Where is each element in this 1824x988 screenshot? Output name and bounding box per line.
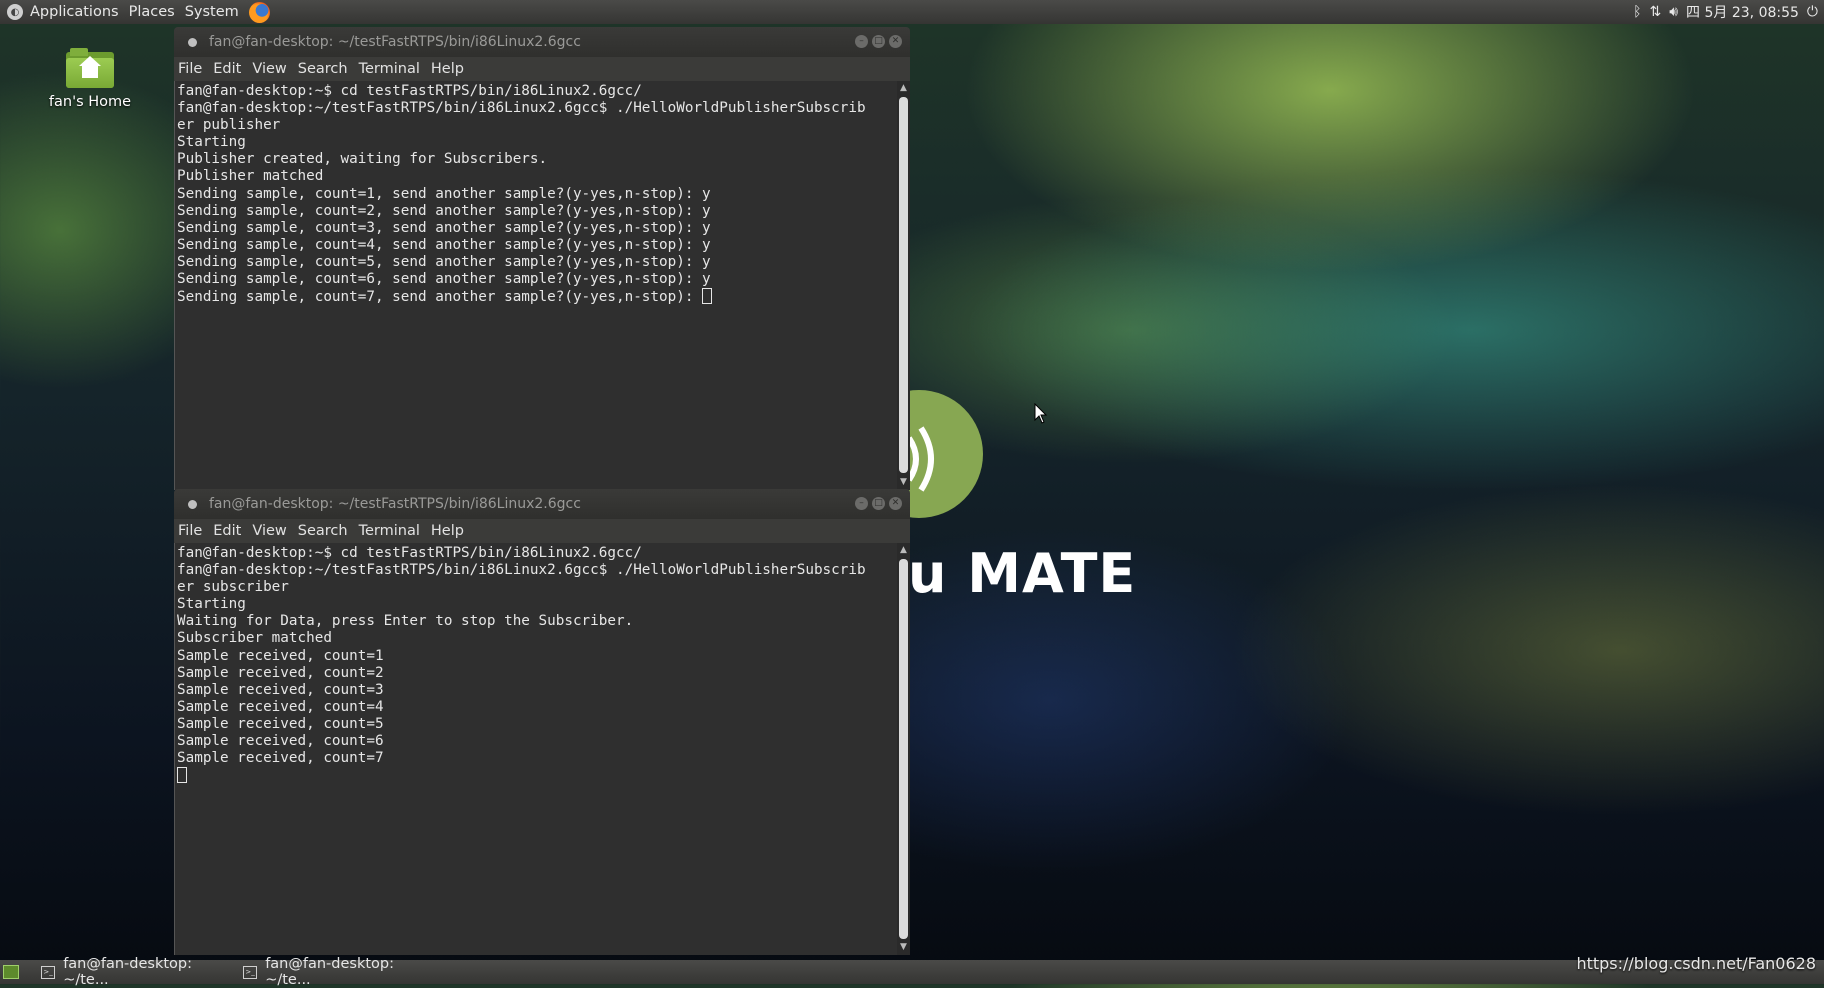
top-panel: ◐ Applications Places System ᛒ ⇅ 🔊︎ 四 5月… <box>0 0 1824 24</box>
terminal-line: Sending sample, count=5, send another sa… <box>177 253 711 270</box>
terminal-icon: >_ <box>41 965 56 979</box>
mate-menu-icon[interactable]: ◐ <box>7 4 23 20</box>
terminal-line: er subscriber <box>177 579 289 596</box>
terminal-line: er publisher <box>177 117 281 134</box>
minimize-icon[interactable]: – <box>855 497 868 510</box>
terminal-line: Sample received, count=7 <box>177 750 384 767</box>
home-folder-label: fan's Home <box>48 94 132 110</box>
terminal-line: Sending sample, count=1, send another sa… <box>177 185 711 202</box>
window-titlebar[interactable]: fan@fan-desktop: ~/testFastRTPS/bin/i86L… <box>174 489 910 519</box>
terminal-line: Sending sample, count=7, send another sa… <box>177 289 703 306</box>
close-icon[interactable]: ✕ <box>889 497 902 510</box>
menu-help[interactable]: Help <box>431 61 464 77</box>
mouse-pointer-icon <box>1034 403 1048 424</box>
terminal-window-subscriber[interactable]: fan@fan-desktop: ~/testFastRTPS/bin/i86L… <box>174 489 910 955</box>
terminal-line: fan@fan-desktop:~$ cd testFastRTPS/bin/i… <box>177 545 642 561</box>
scroll-down-icon[interactable]: ▼ <box>898 942 909 953</box>
terminal-cursor <box>702 288 713 305</box>
terminal-line: Sample received, count=4 <box>177 698 384 715</box>
terminal-menubar: File Edit View Search Terminal Help <box>174 519 910 543</box>
scrollbar-thumb[interactable] <box>899 97 908 473</box>
terminal-cursor <box>177 767 187 784</box>
terminal-line: Publisher created, waiting for Subscribe… <box>177 151 548 168</box>
menu-search[interactable]: Search <box>298 61 348 77</box>
terminal-line: Sending sample, count=6, send another sa… <box>177 271 711 288</box>
menu-search[interactable]: Search <box>298 523 348 539</box>
close-icon[interactable]: ✕ <box>889 35 902 48</box>
menu-edit[interactable]: Edit <box>213 61 241 77</box>
terminal-line: Sending sample, count=4, send another sa… <box>177 236 711 253</box>
system-menu[interactable]: System <box>180 0 244 24</box>
home-folder-icon <box>66 48 114 88</box>
desktop-home-folder[interactable]: fan's Home <box>45 48 135 110</box>
terminal-line: fan@fan-desktop:~/testFastRTPS/bin/i86Li… <box>177 562 866 579</box>
network-icon[interactable]: ⇅ <box>1649 4 1661 20</box>
menu-file[interactable]: File <box>178 523 202 539</box>
terminal-line: fan@fan-desktop:~$ cd testFastRTPS/bin/i… <box>177 83 642 99</box>
show-desktop-icon[interactable] <box>3 965 19 979</box>
terminal-menubar: File Edit View Search Terminal Help <box>174 57 910 81</box>
terminal-line: fan@fan-desktop:~/testFastRTPS/bin/i86Li… <box>177 100 866 117</box>
terminal-icon: >_ <box>243 965 258 979</box>
power-icon[interactable]: ⏻ <box>1807 4 1818 20</box>
maximize-icon[interactable]: □ <box>872 35 885 48</box>
menu-edit[interactable]: Edit <box>213 523 241 539</box>
firefox-launcher-icon[interactable] <box>248 1 270 23</box>
terminal-line: Waiting for Data, press Enter to stop th… <box>177 613 634 630</box>
terminal-line: Sample received, count=1 <box>177 647 384 664</box>
window-title: fan@fan-desktop: ~/testFastRTPS/bin/i86L… <box>209 496 581 512</box>
menu-terminal[interactable]: Terminal <box>359 61 420 77</box>
terminal-window-publisher[interactable]: fan@fan-desktop: ~/testFastRTPS/bin/i86L… <box>174 27 910 490</box>
terminal-line: Sample received, count=5 <box>177 715 384 732</box>
scroll-up-icon[interactable]: ▲ <box>898 83 909 94</box>
terminal-line: Starting <box>177 596 246 613</box>
applications-menu[interactable]: Applications <box>25 0 124 24</box>
taskbar-item-label: fan@fan-desktop: ~/te... <box>63 956 193 988</box>
scroll-down-icon[interactable]: ▼ <box>898 477 909 488</box>
taskbar-item-label: fan@fan-desktop: ~/te... <box>265 956 395 988</box>
minimize-icon[interactable]: – <box>855 35 868 48</box>
terminal-scrollbar[interactable]: ▲ ▼ <box>897 543 910 955</box>
wallpaper-mate-text: u MATE <box>908 542 1137 605</box>
terminal-line: Publisher matched <box>177 168 324 185</box>
maximize-icon[interactable]: □ <box>872 497 885 510</box>
terminal-line: Sending sample, count=3, send another sa… <box>177 219 711 236</box>
taskbar-item[interactable]: >_ fan@fan-desktop: ~/te... <box>237 956 439 988</box>
terminal-scrollbar[interactable]: ▲ ▼ <box>897 81 910 490</box>
volume-icon[interactable]: 🔊︎ <box>1669 4 1678 20</box>
terminal-line: Sample received, count=6 <box>177 733 384 750</box>
scrollbar-thumb[interactable] <box>899 559 908 939</box>
menu-help[interactable]: Help <box>431 523 464 539</box>
terminal-output[interactable]: fan@fan-desktop:~$ cd testFastRTPS/bin/i… <box>174 543 910 955</box>
window-menu-icon[interactable] <box>188 499 197 509</box>
menu-terminal[interactable]: Terminal <box>359 523 420 539</box>
terminal-line: Sample received, count=2 <box>177 664 384 681</box>
window-title: fan@fan-desktop: ~/testFastRTPS/bin/i86L… <box>209 34 581 50</box>
terminal-line: Sample received, count=3 <box>177 681 384 698</box>
places-menu[interactable]: Places <box>124 0 180 24</box>
window-menu-icon[interactable] <box>188 37 197 47</box>
menu-view[interactable]: View <box>252 523 286 539</box>
clock[interactable]: 四 5月 23, 08:55 <box>1686 2 1799 22</box>
scroll-up-icon[interactable]: ▲ <box>898 545 909 556</box>
watermark: https://blog.csdn.net/Fan0628 <box>1576 954 1816 973</box>
terminal-line: Subscriber matched <box>177 630 332 647</box>
menu-view[interactable]: View <box>252 61 286 77</box>
bottom-panel: >_ fan@fan-desktop: ~/te... >_ fan@fan-d… <box>0 956 1824 988</box>
bluetooth-icon[interactable]: ᛒ <box>1633 4 1641 20</box>
taskbar-item[interactable]: >_ fan@fan-desktop: ~/te... <box>35 956 237 988</box>
terminal-line: Starting <box>177 134 246 151</box>
terminal-output[interactable]: fan@fan-desktop:~$ cd testFastRTPS/bin/i… <box>174 81 910 490</box>
terminal-line: Sending sample, count=2, send another sa… <box>177 202 711 219</box>
system-tray: ᛒ ⇅ 🔊︎ 四 5月 23, 08:55 ⏻ <box>1633 0 1824 24</box>
menu-file[interactable]: File <box>178 61 202 77</box>
window-titlebar[interactable]: fan@fan-desktop: ~/testFastRTPS/bin/i86L… <box>174 27 910 57</box>
